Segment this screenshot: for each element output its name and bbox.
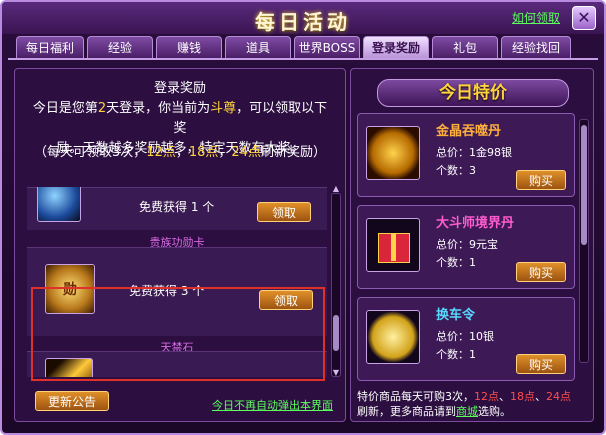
tab-login-reward[interactable]: 登录奖励: [363, 36, 429, 58]
daily-special-title: 今日特价: [377, 79, 569, 107]
orb-icon: [37, 187, 81, 222]
tab-items[interactable]: 道具: [225, 36, 291, 58]
tab-earn-money[interactable]: 赚钱: [156, 36, 222, 58]
desc-text: 天登录，你当前为: [106, 101, 211, 116]
price-value: 10银: [469, 330, 494, 343]
footer-text: 刷新，更多商品请到: [357, 405, 456, 418]
buy-button[interactable]: 购买: [516, 170, 566, 190]
times-text: ，: [175, 145, 189, 160]
list-item: 免费获得 1 个 领取: [27, 187, 327, 230]
footer-text: 选购。: [478, 405, 511, 418]
price-label: 总价：: [436, 330, 469, 343]
qty-label: 个数：: [436, 164, 469, 177]
shop-item-qty: 个数：1: [436, 346, 476, 362]
qty-label: 个数：: [436, 348, 469, 361]
shop-item-price: 总价：10银: [436, 328, 494, 344]
shop-scroll-thumb[interactable]: [581, 125, 587, 245]
desc-text: 今日是您第: [32, 101, 98, 116]
no-auto-popup-link[interactable]: 今日不再自动弹出本界面: [212, 397, 333, 413]
tab-bar: 每日福利 经验 赚钱 道具 世界BOSS 登录奖励 礼包 经验找回: [16, 36, 571, 58]
mall-link[interactable]: 商城: [456, 405, 478, 418]
shop-item-card: 大斗师境界丹 总价：9元宝 个数：1 购买: [357, 205, 575, 289]
qty-value: 1: [469, 348, 476, 361]
footer-text: 特价商品每天可购3次，: [357, 390, 474, 403]
refresh-times: （每天可领取3次，12点，18点，24点刷新奖励）: [15, 141, 345, 160]
token-medal-icon: [366, 310, 420, 364]
qty-value: 1: [469, 256, 476, 269]
price-value: 1金98银: [469, 146, 512, 159]
selected-reward-highlight: [31, 287, 325, 381]
reward-free-text: 免费获得 1 个: [139, 200, 215, 214]
shop-footer-note: 特价商品每天可购3次，12点、18点、24点 刷新，更多商品请到商城选购。: [357, 390, 571, 418]
refresh-time: 12点: [146, 145, 176, 160]
tab-daily-welfare[interactable]: 每日福利: [16, 36, 84, 58]
player-rank: 斗尊: [210, 101, 237, 116]
scroll-down-icon[interactable]: ▼: [332, 369, 340, 377]
shop-item-name: 大斗师境界丹: [436, 216, 515, 231]
gift-box-icon: [366, 218, 420, 272]
shop-item-qty: 个数：3: [436, 162, 476, 178]
shop-item-card: 金晶吞噬丹 总价：1金98银 个数：3 购买: [357, 113, 575, 197]
login-reward-heading: 登录奖励: [153, 81, 206, 96]
help-link[interactable]: 如何领取: [512, 9, 560, 26]
refresh-time: 12点: [474, 390, 499, 403]
tab-content: 登录奖励 今日是您第2天登录，你当前为斗尊，可以领取以下奖 励。天数越多奖励越多…: [8, 58, 598, 432]
refresh-time: 24点: [546, 390, 571, 403]
daily-activity-window: 每日活动 如何领取 ✕ 每日福利 经验 赚钱 道具 世界BOSS 登录奖励 礼包…: [0, 0, 606, 435]
claim-button[interactable]: 领取: [257, 202, 311, 222]
gift-ribbon: [391, 233, 396, 261]
buy-button[interactable]: 购买: [516, 262, 566, 282]
pill-icon: [366, 126, 420, 180]
times-text: ，: [218, 145, 232, 160]
shop-item-qty: 个数：1: [436, 254, 476, 270]
times-text: （每天可领取3次，: [34, 145, 147, 160]
tab-world-boss[interactable]: 世界BOSS: [294, 36, 360, 58]
daily-special-panel: 今日特价 金晶吞噬丹 总价：1金98银 个数：3 购买 大斗师境界丹 总价：9元…: [350, 68, 594, 422]
buy-button[interactable]: 购买: [516, 354, 566, 374]
shop-item-name: 换车令: [436, 308, 476, 323]
scroll-thumb[interactable]: [333, 315, 339, 351]
shop-item-name: 金晶吞噬丹: [436, 124, 502, 139]
qty-value: 3: [469, 164, 476, 177]
shop-item-price: 总价：1金98银: [436, 144, 512, 160]
qty-label: 个数：: [436, 256, 469, 269]
tab-gift-pack[interactable]: 礼包: [432, 36, 498, 58]
tab-exp-recovery[interactable]: 经验找回: [501, 36, 571, 58]
refresh-time: 24点: [231, 145, 261, 160]
shop-item-card: 换车令 总价：10银 个数：1 购买: [357, 297, 575, 381]
scroll-up-icon[interactable]: ▲: [332, 185, 340, 193]
refresh-time: 18点: [510, 390, 535, 403]
shop-item-price: 总价：9元宝: [436, 236, 498, 252]
login-day: 2: [97, 101, 107, 116]
times-text: 刷新奖励）: [260, 145, 326, 160]
price-label: 总价：: [436, 238, 469, 251]
title-bar: 每日活动 如何领取 ✕: [2, 2, 604, 34]
close-icon[interactable]: ✕: [572, 6, 596, 30]
refresh-time: 18点: [188, 145, 219, 160]
update-notice-button[interactable]: 更新公告: [35, 391, 109, 411]
price-label: 总价：: [436, 146, 469, 159]
price-value: 9元宝: [469, 238, 498, 251]
tab-experience[interactable]: 经验: [87, 36, 153, 58]
login-reward-panel: 登录奖励 今日是您第2天登录，你当前为斗尊，可以领取以下奖 励。天数越多奖励越多…: [14, 68, 346, 422]
